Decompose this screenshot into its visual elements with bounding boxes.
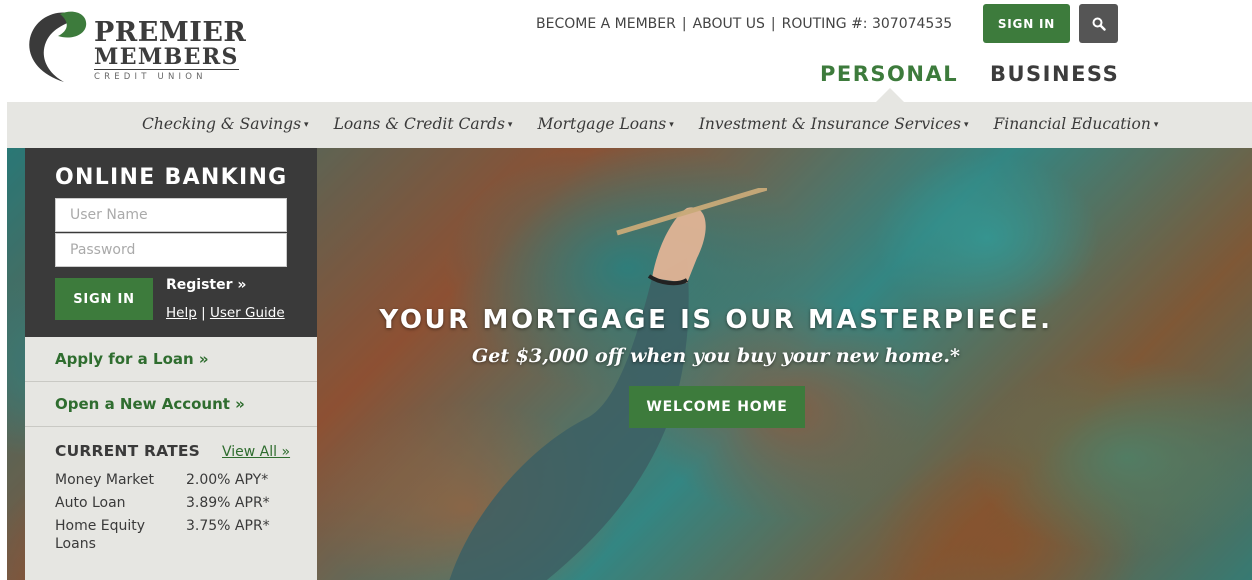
welcome-home-button[interactable]: WELCOME HOME <box>629 386 805 428</box>
search-icon <box>1092 17 1106 31</box>
brand-logo[interactable]: PREMIER MEMBERS CREDIT UNION <box>24 10 246 88</box>
chevron-down-icon: ▾ <box>669 120 674 130</box>
rate-value: 3.89% APR* <box>186 495 270 511</box>
online-banking-title: ONLINE BANKING <box>55 165 288 190</box>
logo-line-premier: PREMIER <box>94 17 247 48</box>
search-button[interactable] <box>1079 4 1118 43</box>
help-link[interactable]: Help <box>166 305 197 321</box>
nav-loans-credit-cards[interactable]: Loans & Credit Cards ▾ <box>334 115 513 133</box>
utility-nav: BECOME A MEMBER | ABOUT US | ROUTING #: 3070… <box>536 16 952 32</box>
nav-item-label: Investment & Insurance Services <box>698 115 961 133</box>
online-banking-panel: ONLINE BANKING SIGN IN Register » Help |… <box>25 148 317 337</box>
become-member-link[interactable]: BECOME A MEMBER <box>536 16 676 32</box>
swirl-logo-icon <box>29 11 87 83</box>
main-nav-items: Checking & Savings ▾ Loans & Credit Cards… <box>142 115 1183 133</box>
routing-number: ROUTING #: 307074535 <box>781 16 953 32</box>
apply-for-loan-link[interactable]: Apply for a Loan » <box>25 337 317 382</box>
about-us-link[interactable]: ABOUT US <box>693 16 765 32</box>
nav-item-label: Loans & Credit Cards <box>333 115 505 133</box>
logo-line-credit-union: CREDIT UNION <box>94 72 207 82</box>
register-link[interactable]: Register » <box>166 277 246 293</box>
logo-wordmark: PREMIER MEMBERS CREDIT UNION <box>94 17 247 82</box>
segment-personal-tab[interactable]: PERSONAL <box>820 62 958 86</box>
password-input[interactable] <box>55 233 287 267</box>
chevron-down-icon: ▾ <box>1153 120 1159 130</box>
rate-value: 2.00% APY* <box>186 472 269 488</box>
nav-mortgage-loans[interactable]: Mortgage Loans ▾ <box>537 115 673 133</box>
nav-item-label: Checking & Savings <box>142 115 302 133</box>
utility-separator: | <box>681 16 687 32</box>
painter-arm-image <box>449 188 767 580</box>
nav-item-label: Financial Education <box>993 115 1151 133</box>
rate-label: Home Equity Loans <box>55 518 146 552</box>
utility-separator: | <box>770 16 776 32</box>
online-banking-sign-in-button[interactable]: SIGN IN <box>55 278 153 320</box>
help-separator: | <box>201 305 206 321</box>
rate-label: Money Market <box>55 472 154 488</box>
rate-label: Auto Loan <box>55 495 126 511</box>
nav-checking-savings[interactable]: Checking & Savings ▾ <box>142 115 309 133</box>
user-guide-link[interactable]: User Guide <box>210 305 285 321</box>
rate-value: 3.75% APR* <box>186 518 270 534</box>
header-sign-in-button[interactable]: SIGN IN <box>983 4 1070 43</box>
nav-investment-insurance[interactable]: Investment & Insurance Services ▾ <box>699 115 969 133</box>
nav-item-label: Mortgage Loans <box>537 115 667 133</box>
username-input[interactable] <box>55 198 287 232</box>
current-rates-title: CURRENT RATES <box>55 442 201 460</box>
active-segment-caret <box>876 88 904 102</box>
segment-business-tab[interactable]: BUSINESS <box>990 62 1119 86</box>
help-links: Help | User Guide <box>166 305 285 321</box>
sidebar-panel: ONLINE BANKING SIGN IN Register » Help |… <box>25 148 317 580</box>
nav-financial-education[interactable]: Financial Education ▾ <box>993 115 1158 133</box>
main-nav-bar: Checking & Savings ▾ Loans & Credit Cards… <box>7 102 1252 148</box>
view-all-rates-link[interactable]: View All » <box>222 444 290 460</box>
chevron-down-icon: ▾ <box>304 120 309 130</box>
chevron-down-icon: ▾ <box>963 120 969 130</box>
logo-line-members: MEMBERS <box>94 44 239 70</box>
chevron-down-icon: ▾ <box>507 120 513 130</box>
open-new-account-link[interactable]: Open a New Account » <box>25 382 317 427</box>
